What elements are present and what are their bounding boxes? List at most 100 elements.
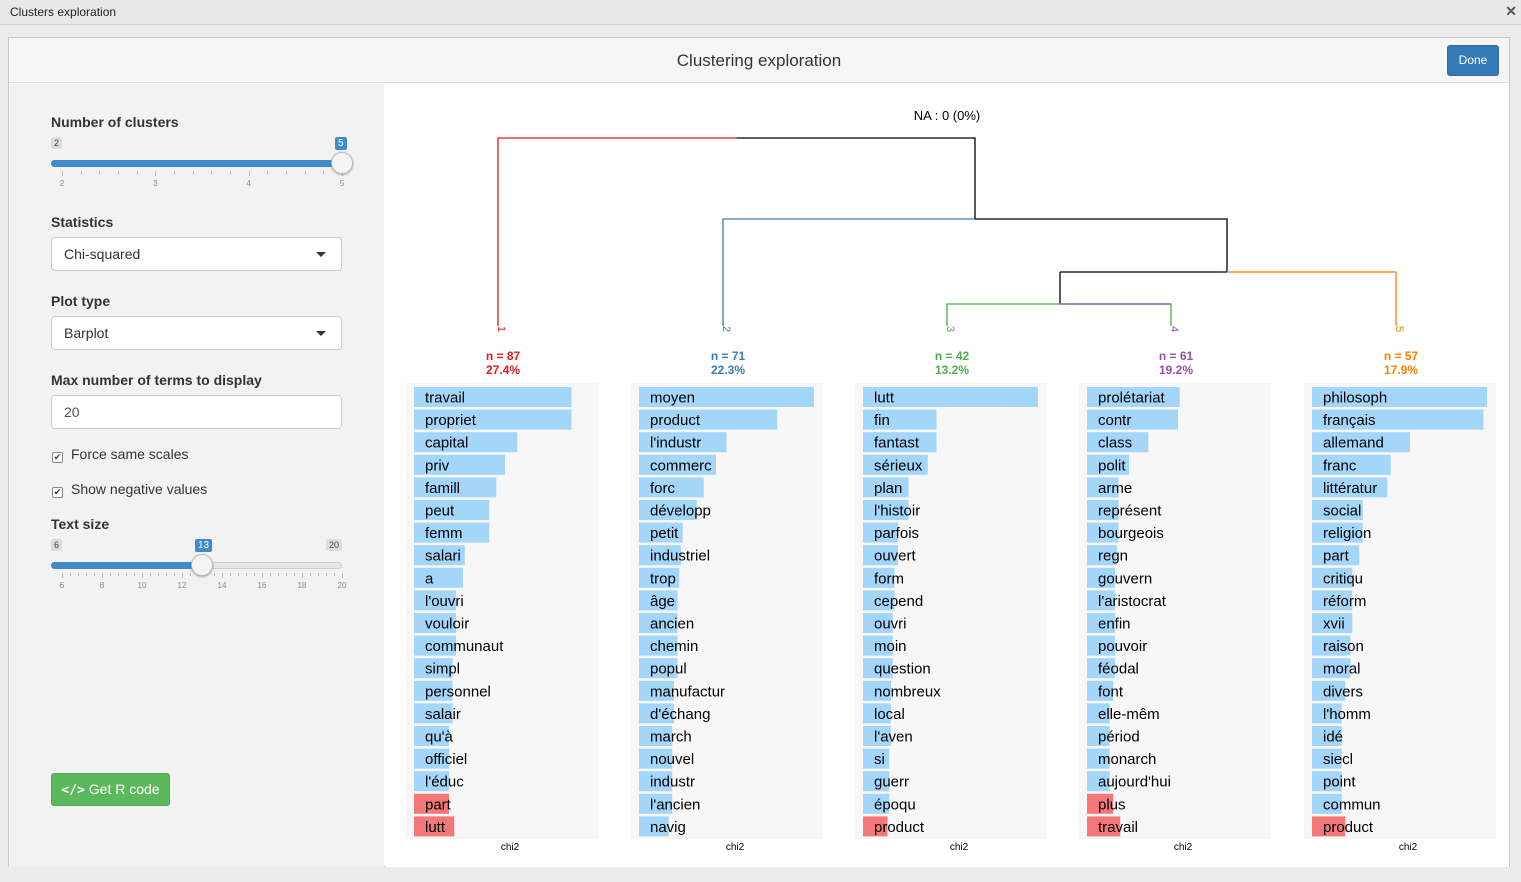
term-label: philosoph: [1323, 390, 1387, 407]
slider-tick: [211, 171, 213, 174]
dendrogram-branch: [946, 303, 1172, 326]
term-label: d'échang: [650, 706, 710, 723]
term-label: guerr: [874, 774, 909, 791]
slider-tick: [302, 573, 303, 578]
done-button[interactable]: Done: [1447, 45, 1499, 76]
slider-tick: [62, 573, 63, 578]
slider-tick: [118, 573, 119, 576]
term-label: lutt: [874, 390, 895, 407]
slider-tick-label: 20: [337, 581, 347, 590]
slider-tick: [110, 573, 111, 576]
slider-handle[interactable]: [191, 554, 213, 576]
get-r-code-button[interactable]: </> Get R code: [51, 773, 170, 806]
slider-tick: [222, 573, 223, 578]
term-label: local: [874, 706, 905, 723]
dialog-header: Clustering exploration Done: [9, 38, 1509, 83]
slider-tick: [142, 573, 143, 578]
term-label: pouvoir: [1098, 638, 1147, 655]
code-icon: </>: [61, 783, 85, 798]
term-label: l'histoir: [874, 503, 920, 520]
slider-tick-label: 8: [99, 581, 105, 590]
slider-tick: [334, 573, 335, 576]
term-label: social: [1323, 503, 1361, 520]
axis-label: chi2: [1174, 842, 1193, 853]
cluster-n-label: n = 42: [935, 349, 970, 363]
slider-tick: [254, 573, 255, 576]
slider-tick: [62, 171, 63, 176]
term-label: développ: [650, 503, 711, 520]
term-label: travail: [425, 390, 465, 407]
term-label: famill: [425, 480, 460, 497]
slider-tick-label: 18: [297, 581, 307, 590]
term-label: peut: [425, 503, 455, 520]
max-terms-label: Max number of terms to display: [51, 372, 262, 388]
axis-label: chi2: [1399, 842, 1418, 853]
statistics-label: Statistics: [51, 214, 114, 230]
show-negative-checkbox[interactable]: ✔ Show negative values: [52, 481, 207, 498]
checkbox-checked-icon: ✔: [52, 452, 63, 463]
term-label: travail: [1098, 819, 1138, 836]
cluster-id-label: 4: [1168, 326, 1180, 332]
term-label: question: [874, 661, 931, 678]
statistics-select[interactable]: Chi-squared: [51, 237, 342, 271]
term-label: forc: [650, 480, 676, 497]
slider-tick: [174, 171, 175, 174]
slider-handle[interactable]: [331, 152, 353, 174]
term-label: product: [650, 412, 701, 429]
term-label: chemin: [650, 638, 698, 655]
slider-tick-label: 6: [59, 581, 65, 590]
slider-tick: [78, 573, 79, 576]
slider-tick: [230, 171, 231, 174]
term-label: regn: [1098, 548, 1128, 565]
slider-min-label: 2: [51, 137, 63, 149]
dialog: Clustering exploration Done Number of cl…: [8, 37, 1510, 867]
slider-tick: [70, 573, 71, 576]
term-label: arme: [1098, 480, 1132, 497]
text-size-slider[interactable]: 6 20 13 6 8 10 12 14 16 18 20: [51, 539, 346, 599]
term-label: class: [1098, 435, 1132, 452]
slider-tick: [102, 573, 103, 578]
term-label: âge: [650, 593, 675, 610]
force-same-scales-checkbox[interactable]: ✔ Force same scales: [52, 446, 188, 463]
cluster-id-label: 5: [1393, 326, 1405, 332]
term-label: moin: [874, 638, 907, 655]
term-label: fantast: [874, 435, 920, 452]
plot-type-select[interactable]: Barplot: [51, 316, 342, 350]
term-label: allemand: [1323, 435, 1384, 452]
term-label: point: [1323, 774, 1356, 791]
slider-tick: [294, 573, 295, 576]
axis-label: chi2: [950, 842, 969, 853]
term-label: l'homm: [1323, 706, 1371, 723]
term-label: critiqu: [1323, 570, 1363, 587]
get-r-code-label: Get R code: [88, 781, 160, 797]
term-label: féodal: [1098, 661, 1139, 678]
term-label: réform: [1323, 593, 1366, 610]
n-clusters-label: Number of clusters: [51, 114, 179, 130]
term-label: priv: [425, 457, 450, 474]
term-label: moral: [1323, 661, 1361, 678]
term-label: raison: [1323, 638, 1364, 655]
slider-tick: [158, 573, 159, 576]
window-titlebar: Clusters exploration ✕: [0, 0, 1521, 25]
cluster-n-label: n = 87: [486, 349, 521, 363]
term-label: popul: [650, 661, 687, 678]
term-label: l'ancien: [650, 796, 700, 813]
term-label: ouvri: [874, 616, 907, 633]
term-label: polit: [1098, 457, 1126, 474]
slider-tick: [182, 573, 183, 578]
max-terms-input[interactable]: 20: [51, 395, 342, 429]
caret-down-icon: [316, 252, 326, 257]
term-label: femm: [425, 525, 463, 542]
slider-value-label: 13: [195, 539, 213, 552]
slider-fill: [51, 160, 342, 167]
n-clusters-slider[interactable]: 2 5 2 3 4 5: [51, 137, 353, 197]
statistics-value: Chi-squared: [64, 246, 141, 262]
slider-tick: [342, 573, 343, 578]
term-label: simpl: [425, 661, 460, 678]
close-icon[interactable]: ✕: [1505, 3, 1517, 20]
term-label: personnel: [425, 683, 491, 700]
term-label: part: [425, 796, 452, 813]
term-label: l'aven: [874, 729, 913, 746]
term-label: font: [1098, 683, 1124, 700]
slider-tick: [134, 573, 135, 576]
